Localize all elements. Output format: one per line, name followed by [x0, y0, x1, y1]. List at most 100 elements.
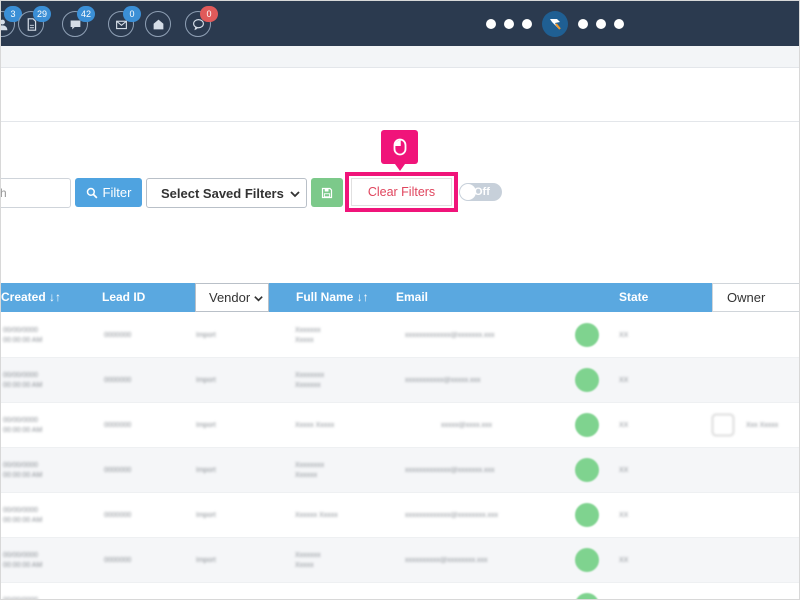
cell-created: 00/00/0000 — [3, 462, 39, 469]
open-mail-icon[interactable] — [145, 11, 171, 37]
cell-vendor: Import — [196, 332, 216, 339]
column-header-email: Email — [396, 290, 429, 304]
cell-created: 00/00/0000 — [3, 417, 39, 424]
notification-badge: 0 — [123, 6, 141, 22]
dot-icon — [522, 19, 532, 29]
cell-created: 00:00:00 AM — [3, 562, 43, 569]
cell-created: 00:00:00 AM — [3, 427, 43, 434]
cell-state: XX — [619, 557, 629, 564]
cell-full-name: Xxxxx — [295, 337, 314, 344]
search-icon — [86, 187, 98, 198]
cell-email: xxxxxxxxxxx@xxxxx.xxx — [405, 377, 481, 384]
column-header-full-name[interactable]: Full Name ↓↑ — [296, 283, 369, 312]
vendor-column-select[interactable]: Vendor — [195, 283, 269, 312]
status-indicator-icon — [575, 593, 599, 599]
owner-avatar-icon — [712, 414, 734, 436]
cell-vendor: Import — [196, 512, 216, 519]
cell-vendor: Import — [196, 557, 216, 564]
cell-vendor: Import — [196, 422, 216, 429]
status-indicator-icon — [575, 548, 599, 572]
saved-filters-label: Select Saved Filters — [161, 185, 284, 201]
chevron-down-icon — [290, 191, 300, 198]
chat-icon[interactable]: 42 — [62, 6, 96, 37]
cell-full-name: Xxxxxx Xxxxx — [295, 512, 338, 519]
status-indicator-icon — [575, 413, 599, 437]
mail-icon[interactable]: 0 — [108, 6, 141, 37]
cell-full-name: Xxxxxx — [295, 472, 318, 479]
cell-email: xxxxxxxxxx@xxxxxxxx.xxx — [405, 557, 488, 564]
table-row[interactable]: 00/00/000000:00:00 AM0000000ImportXxxxxx… — [1, 358, 799, 403]
cell-created: 00/00/0000 — [3, 596, 38, 599]
divider — [1, 121, 799, 122]
notification-badge: 0 — [200, 6, 218, 22]
cell-created: 00:00:00 AM — [3, 337, 43, 344]
cell-lead-id: 0000000 — [104, 377, 132, 384]
cell-lead-id: 0000000 — [104, 557, 132, 564]
save-filter-button[interactable] — [311, 178, 343, 207]
status-indicator-icon — [575, 368, 599, 392]
speech-bubble-icon[interactable]: 0 — [185, 6, 218, 37]
cell-created: 00/00/0000 — [3, 327, 39, 334]
filter-button[interactable]: Filter — [75, 178, 142, 207]
table-row[interactable]: 00/00/000000:00:00 AM0000000ImportXxxxxx… — [1, 538, 799, 583]
cell-vendor: Import — [196, 467, 216, 474]
document-icon[interactable]: 29 — [18, 6, 52, 37]
cell-created: 00/00/0000 — [3, 507, 39, 514]
cell-created: 00:00:00 AM — [3, 472, 43, 479]
cell-lead-id: 0000000 — [104, 467, 132, 474]
cell-lead-id: 0000000 — [104, 512, 132, 519]
cell-created: 00:00:00 AM — [3, 382, 43, 389]
chevron-down-icon — [254, 296, 263, 302]
table-row[interactable]: 00/00/0000 00:00:00 AM 0000000 Import Xxxxxx… — [1, 493, 799, 538]
cell-owner: Xxx Xxxxx — [746, 422, 779, 429]
saved-filters-select[interactable]: Select Saved Filters — [146, 178, 307, 208]
cell-state: XX — [619, 332, 629, 339]
table-row[interactable]: 00/00/0000 00:00:00 AM 0000000 Import Xxxxx … — [1, 403, 799, 448]
vendor-select-value: Vendor — [209, 290, 251, 305]
cell-email: xxxxxxxxxxxxx@xxxxxxx.xxx — [405, 467, 495, 474]
app-logo-icon[interactable] — [542, 11, 568, 37]
cell-lead-id: 0000000 — [104, 422, 132, 429]
mouse-icon — [393, 138, 406, 156]
cell-state: XX — [619, 377, 629, 384]
cell-lead-id: 0000000 — [104, 332, 132, 339]
dot-icon — [486, 19, 496, 29]
table-row[interactable]: 00/00/000000:00:00 AM0000000ImportXxxxxx… — [1, 583, 799, 599]
column-header-created[interactable]: Created ↓↑ — [1, 283, 61, 312]
cell-state: XX — [619, 422, 629, 429]
column-header-state: State — [619, 290, 649, 304]
table-row[interactable]: 00/00/0000 00:00:00 AM 0000000 Import Xxxxxx… — [1, 448, 799, 493]
cell-full-name: Xxxxxxx — [295, 327, 321, 334]
table-row[interactable]: 00/00/000000:00:00 AM0000000ImportXxxxxx… — [1, 313, 799, 358]
cell-created: 00/00/0000 — [3, 552, 39, 559]
dot-icon — [504, 19, 514, 29]
top-navigation-bar: 3 29 42 0 0 — [1, 1, 799, 46]
cell-email: xxxxx@xxxx.xxx — [441, 422, 493, 429]
floppy-disk-icon — [321, 187, 333, 198]
cell-created: 00:00:00 AM — [3, 517, 43, 524]
filter-button-label: Filter — [102, 185, 132, 200]
column-header-lead-id: Lead ID — [102, 290, 146, 304]
cell-full-name: Xxxxx — [295, 562, 314, 569]
cell-created: 00/00/0000 — [3, 372, 39, 379]
toggle-knob — [460, 184, 476, 200]
status-indicator-icon — [575, 323, 599, 347]
cell-full-name: Xxxxxxx — [295, 382, 321, 389]
search-input[interactable]: h — [1, 178, 71, 208]
subheader-bar — [1, 46, 799, 68]
cell-full-name: Xxxxx Xxxxx — [295, 422, 335, 429]
notification-badge: 29 — [33, 6, 52, 22]
cell-state: XX — [619, 512, 629, 519]
cell-full-name: Xxxxxxx — [295, 552, 321, 559]
owner-column-filter[interactable]: Owner — [712, 283, 799, 312]
person-icon[interactable]: 3 — [1, 6, 22, 37]
click-indicator-tooltip — [381, 130, 418, 171]
filter-toggle[interactable]: Off — [459, 183, 502, 201]
pagination-dots — [485, 11, 625, 37]
clear-filters-button[interactable]: Clear Filters — [351, 178, 452, 206]
notification-badge: 42 — [77, 6, 96, 22]
dot-icon — [614, 19, 624, 29]
dot-icon — [578, 19, 588, 29]
cell-full-name: Xxxxxxxx — [295, 462, 325, 469]
cell-email: xxxxxxxxxxxxx@xxxxxxx.xxx — [405, 332, 495, 339]
